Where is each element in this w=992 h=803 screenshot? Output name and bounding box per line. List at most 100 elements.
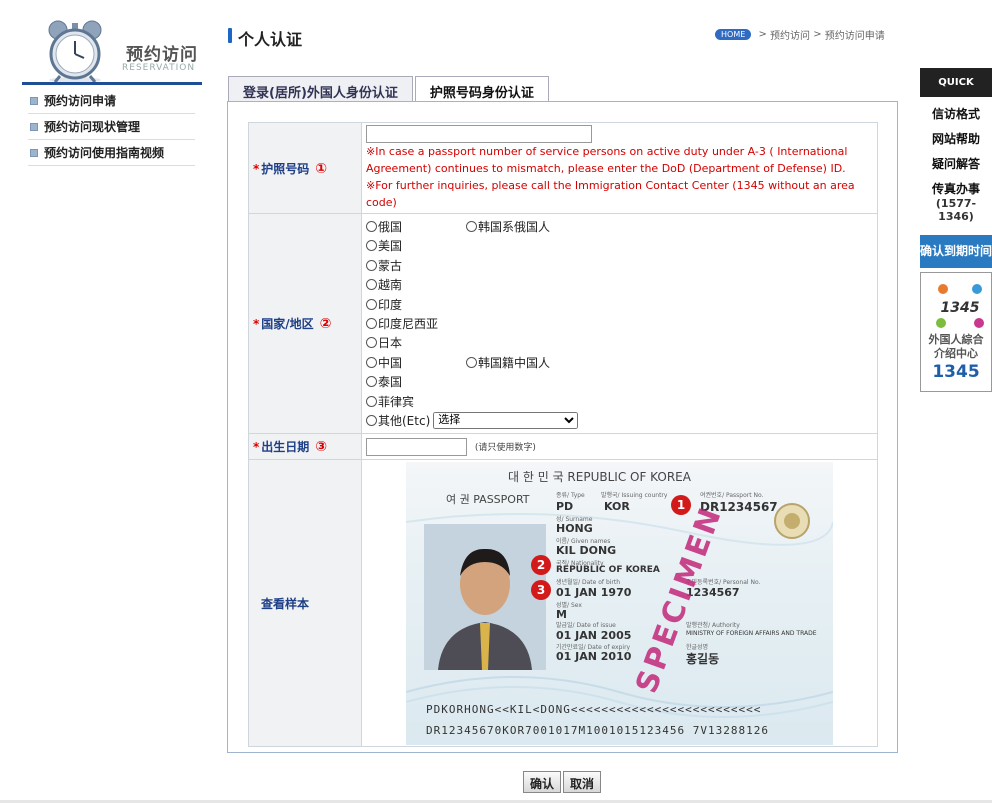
tab-alien-registration[interactable]: 登录(居所)外国人身份认证	[228, 76, 413, 101]
breadcrumb: HOME > 预约访问 > 预约访问申请	[715, 27, 885, 42]
issue-label: 발급일/ Date of issue	[556, 621, 616, 629]
radio-label: 俄国	[378, 220, 403, 235]
radio-thailand[interactable]: 泰国	[366, 373, 466, 390]
radio-label: 美国	[378, 239, 403, 254]
sidebar-item-label: 预约访问申请	[44, 94, 117, 108]
radio-india[interactable]: 印度	[366, 296, 466, 313]
passport-value-cell: ※In case a passport number of service pe…	[361, 122, 878, 214]
radio-icon	[366, 395, 377, 407]
quick-menu-title: QUICK	[920, 68, 992, 97]
national-emblem-icon	[774, 502, 810, 539]
quick-phone: (1577-1346)	[935, 197, 977, 223]
radio-mongolia[interactable]: 蒙古	[366, 257, 466, 274]
required-mark: *	[253, 317, 260, 331]
radio-russia[interactable]: 俄国	[366, 218, 466, 235]
radio-label: 韩国系俄国人	[478, 220, 551, 235]
radio-icon	[366, 376, 377, 388]
radio-philippines[interactable]: 菲律宾	[366, 393, 466, 410]
radio-label: 蒙古	[378, 258, 403, 273]
logo-underline	[22, 82, 202, 85]
radio-japan[interactable]: 日本	[366, 334, 466, 351]
type-label: 종류/ Type	[556, 491, 585, 499]
quick-item-faq[interactable]: 疑问解答	[920, 147, 992, 172]
cancel-button[interactable]: 取消	[563, 771, 602, 793]
sample-label-cell: 查看样本	[248, 459, 362, 747]
date-of-expiry: 01 JAN 2010	[556, 649, 632, 663]
radio-icon	[366, 221, 377, 233]
radio-icon	[366, 298, 377, 310]
passport-no-label: 여권번호/ Passport No.	[700, 491, 764, 499]
passport-sample-image: 대 한 민 국 REPUBLIC OF KOREA 여 권 PASSPORT 종…	[406, 461, 833, 745]
form-buttons: 确认 取消	[523, 771, 603, 793]
radio-icon	[366, 279, 377, 291]
radio-label: 印度	[378, 297, 403, 312]
contact-number: 1345	[932, 362, 980, 382]
passport-warning-1: ※In case a passport number of service pe…	[366, 145, 848, 175]
radio-icon	[366, 259, 377, 271]
badge-1: 1	[671, 494, 691, 515]
quick-item-form[interactable]: 信访格式	[920, 97, 992, 122]
radio-icon	[366, 356, 377, 368]
radio-korean-chinese[interactable]: 韩国籍中国人	[466, 354, 566, 371]
logo-subtitle: RESERVATION	[122, 63, 196, 73]
bullet-icon	[30, 148, 38, 157]
radio-icon	[366, 240, 377, 252]
sidebar-nav: 预约访问申请 预约访问现状管理 预约访问使用指南视频	[28, 88, 195, 166]
sample-cell: 대 한 민 국 REPUBLIC OF KOREA 여 권 PASSPORT 종…	[361, 459, 878, 747]
radio-usa[interactable]: 美国	[366, 237, 466, 254]
confirm-button[interactable]: 确认	[523, 771, 562, 793]
breadcrumb-item[interactable]: 预约访问	[770, 27, 810, 42]
contact-center-banner[interactable]: 1345 外国人綜合 介绍中心 1345	[920, 272, 992, 392]
step-number-1: ①	[315, 160, 328, 177]
radio-china[interactable]: 中国	[366, 354, 466, 371]
sidebar-item-guide-video[interactable]: 预约访问使用指南视频	[28, 140, 195, 166]
check-expiry-button[interactable]: 确认到期时间	[920, 235, 992, 268]
radio-label: 中国	[378, 355, 403, 370]
authority: MINISTRY OF FOREIGN AFFAIRS AND TRADE	[686, 629, 817, 637]
quick-item-help[interactable]: 网站帮助	[920, 122, 992, 147]
passport-photo	[424, 523, 546, 670]
radio-vietnam[interactable]: 越南	[366, 276, 466, 293]
birthdate-value-cell: (请只使用数字)	[361, 433, 878, 460]
passport-label: 护照号码	[261, 161, 310, 176]
date-of-birth: 01 JAN 1970	[556, 585, 632, 599]
passport-doc-title: 여 권 PASSPORT	[446, 492, 530, 506]
verification-form: * 护照号码 ① ※In case a passport number of ser…	[248, 122, 878, 747]
sidebar-item-apply[interactable]: 预约访问申请	[28, 88, 195, 114]
country-select[interactable]: 选择	[433, 411, 579, 429]
title-marker	[228, 28, 232, 43]
sidebar-item-label: 预约访问现状管理	[44, 120, 141, 134]
passport-header: 대 한 민 국 REPUBLIC OF KOREA	[508, 469, 691, 484]
radio-korean-russian[interactable]: 韩国系俄国人	[466, 218, 566, 235]
authority-label: 발행관청/ Authority	[686, 621, 740, 629]
radio-label: 泰国	[378, 375, 403, 390]
logo-title: 预约访问	[126, 45, 198, 65]
breadcrumb-item[interactable]: 预约访问申请	[825, 27, 885, 42]
radio-label: 其他(Etc)	[378, 413, 431, 428]
passport-warning-2: ※For further inquiries, please call the …	[366, 179, 855, 209]
badge-3: 3	[531, 579, 551, 600]
issuing-country: KOR	[604, 499, 630, 513]
sidebar-item-status[interactable]: 预约访问现状管理	[28, 114, 195, 140]
reservation-logo: 预约访问 RESERVATION	[22, 14, 202, 84]
radio-icon	[366, 414, 377, 426]
home-link[interactable]: HOME	[715, 29, 752, 40]
radio-indonesia[interactable]: 印度尼西亚	[366, 315, 466, 332]
bullet-icon	[30, 122, 38, 131]
radio-other[interactable]: 其他(Etc)	[366, 412, 430, 429]
birthdate-input[interactable]	[366, 437, 467, 456]
birthdate-label-cell: * 出生日期 ③	[248, 433, 362, 460]
person-photo-icon	[424, 523, 546, 670]
birthdate-label: 出生日期	[261, 440, 310, 454]
issuing-label: 발행국/ Issuing country	[601, 491, 668, 499]
required-mark: *	[253, 440, 260, 454]
required-mark: *	[253, 161, 260, 176]
passport-number-input[interactable]	[366, 125, 592, 143]
quick-item-fax[interactable]: 传真办事	[920, 172, 992, 197]
tab-passport-number[interactable]: 护照号码身份认证	[414, 76, 549, 102]
mrz-line-2: DR12345670KOR7001017M1001015123456 7V132…	[426, 723, 770, 737]
given-names: KIL DONG	[556, 543, 617, 557]
sample-label: 查看样本	[261, 596, 310, 611]
breadcrumb-separator: >	[810, 29, 825, 40]
alarm-clock-icon	[48, 20, 102, 83]
